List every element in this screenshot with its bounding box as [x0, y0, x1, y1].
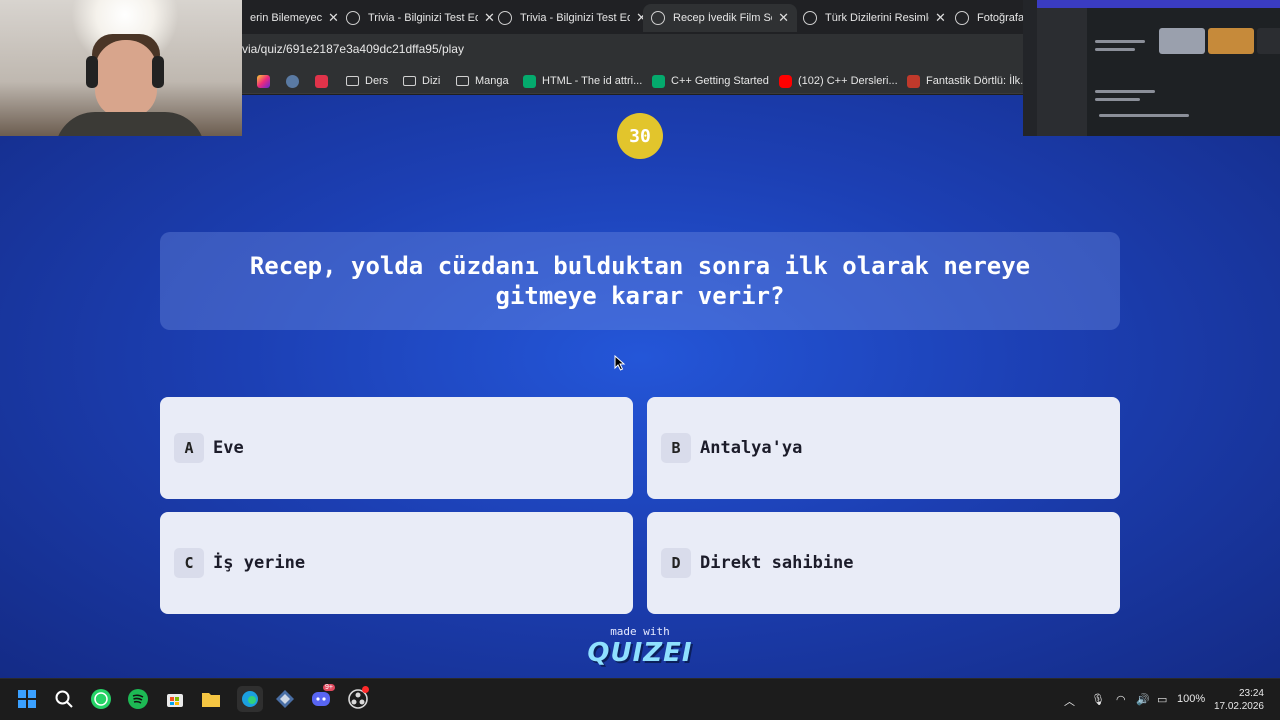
- screenshare-thumbnail: [1023, 0, 1280, 136]
- battery-icon[interactable]: ▭: [1157, 693, 1167, 706]
- globe-icon: [651, 11, 665, 25]
- bookmark-folder-manga[interactable]: Manga: [456, 72, 509, 90]
- bookmark-label: Ders: [365, 75, 389, 87]
- quiz-page: 30 Recep, yolda cüzdanı bulduktan sonra …: [0, 95, 1280, 678]
- bookmark-label: Dizi: [422, 75, 441, 87]
- clock-time: 23:24: [1238, 688, 1264, 699]
- answer-b-button[interactable]: B Antalya'ya: [647, 397, 1120, 499]
- close-icon[interactable]: ✕: [778, 10, 789, 26]
- tab-4[interactable]: Türk Dizilerini Resimlerd ✕: [795, 4, 954, 32]
- bookmark-folder-dizi[interactable]: Dizi: [403, 72, 440, 90]
- folder-icon: [456, 76, 469, 86]
- answer-letter: C: [174, 548, 204, 578]
- close-icon[interactable]: ✕: [935, 10, 946, 26]
- url-field[interactable]: via/quiz/691e2187e3a409dc21dffa95/play: [242, 42, 464, 56]
- edge-icon[interactable]: [237, 686, 263, 712]
- question-card: Recep, yolda cüzdanı bulduktan sonra ilk…: [160, 232, 1120, 330]
- bookmark-label: C++ Getting Started: [671, 75, 769, 87]
- tab-1[interactable]: Trivia - Bilginizi Test Edi ✕: [338, 4, 503, 32]
- battery-percent: 100%: [1177, 693, 1206, 705]
- w3schools-icon: [652, 74, 665, 88]
- folder-icon: [346, 76, 359, 86]
- obs-icon[interactable]: [347, 686, 369, 710]
- answer-c-button[interactable]: C İş yerine: [160, 512, 633, 614]
- windows-taskbar: 9+ ︿ 🎙 ◠ 🔊 ▭ 100% 23:24 17.02.2026: [0, 678, 1280, 720]
- bookmark-fantastik-dortlu[interactable]: Fantastik Dörtlü: İlk...: [907, 72, 1029, 90]
- answer-letter: B: [661, 433, 691, 463]
- discord-badge: 9+: [323, 684, 335, 691]
- whatsapp-icon[interactable]: [90, 688, 112, 710]
- answer-a-button[interactable]: A Eve: [160, 397, 633, 499]
- bookmark-label: Manga: [475, 75, 509, 87]
- tab-title: Türk Dizilerini Resimlerd: [825, 12, 929, 24]
- bookmark-cpp-getting-started[interactable]: C++ Getting Started: [652, 72, 769, 90]
- globe-icon: [955, 11, 969, 25]
- answer-letter: D: [661, 548, 691, 578]
- bookmark-folder-ders[interactable]: Ders: [346, 72, 388, 90]
- quizei-logo[interactable]: QUIZEI: [0, 638, 1280, 668]
- answer-text: Eve: [213, 438, 244, 458]
- mouse-cursor-icon: [614, 354, 626, 371]
- question-text: Recep, yolda cüzdanı bulduktan sonra ilk…: [249, 252, 1031, 310]
- tab-title: Recep İvedik Film Serisi: [673, 12, 772, 24]
- tab-title: Trivia - Bilginizi Test Edi: [368, 12, 478, 24]
- globe-icon: [498, 11, 512, 25]
- app-icon[interactable]: [274, 688, 296, 710]
- system-clock[interactable]: 23:24 17.02.2026: [1214, 687, 1264, 713]
- answer-text: İş yerine: [213, 553, 306, 573]
- volume-icon[interactable]: 🔊: [1136, 693, 1150, 706]
- made-with-label: made with: [610, 625, 670, 638]
- bookmark-label: HTML - The id attri...: [542, 75, 643, 87]
- discord-icon[interactable]: 9+: [310, 684, 335, 710]
- tab-title: Trivia - Bilginizi Test Edi: [520, 12, 630, 24]
- bookmark-label: (102) C++ Dersleri...: [798, 75, 898, 87]
- tumblr-icon[interactable]: [315, 72, 334, 90]
- bookmark-label: Fantastik Dörtlü: İlk...: [926, 75, 1030, 87]
- search-icon[interactable]: [53, 688, 75, 710]
- instagram-icon[interactable]: [257, 72, 276, 90]
- spotify-icon[interactable]: [127, 688, 149, 710]
- w3schools-icon: [523, 74, 536, 88]
- chevron-up-icon[interactable]: ︿: [1064, 693, 1075, 709]
- globe-icon: [803, 11, 817, 25]
- bookmark-html-id[interactable]: HTML - The id attri...: [523, 72, 642, 90]
- answer-text: Antalya'ya: [700, 438, 803, 458]
- webcam-overlay: [0, 0, 242, 136]
- clock-date: 17.02.2026: [1213, 701, 1264, 712]
- answer-letter: A: [174, 433, 204, 463]
- tab-title: erin Bilemeyeceği: [250, 12, 322, 24]
- tab-3-active[interactable]: Recep İvedik Film Serisi ✕: [643, 4, 797, 32]
- countdown-timer: 30: [617, 113, 663, 159]
- store-icon[interactable]: [164, 688, 186, 710]
- bookmark-cpp-dersleri[interactable]: (102) C++ Dersleri...: [779, 72, 898, 90]
- file-explorer-icon[interactable]: [200, 688, 222, 710]
- steam-icon[interactable]: [286, 72, 305, 90]
- answer-d-button[interactable]: D Direkt sahibine: [647, 512, 1120, 614]
- recording-dot: [362, 686, 369, 693]
- windows-start-icon[interactable]: [16, 688, 38, 710]
- globe-icon: [346, 11, 360, 25]
- youtube-icon: [779, 74, 792, 88]
- tab-2[interactable]: Trivia - Bilginizi Test Edi ✕: [490, 4, 655, 32]
- wifi-icon[interactable]: ◠: [1116, 693, 1126, 706]
- answer-text: Direkt sahibine: [700, 553, 854, 573]
- movie-icon: [907, 74, 920, 88]
- tab-0[interactable]: erin Bilemeyeceği ✕: [242, 4, 347, 32]
- microphone-icon[interactable]: 🎙: [1091, 693, 1105, 706]
- folder-icon: [403, 76, 416, 86]
